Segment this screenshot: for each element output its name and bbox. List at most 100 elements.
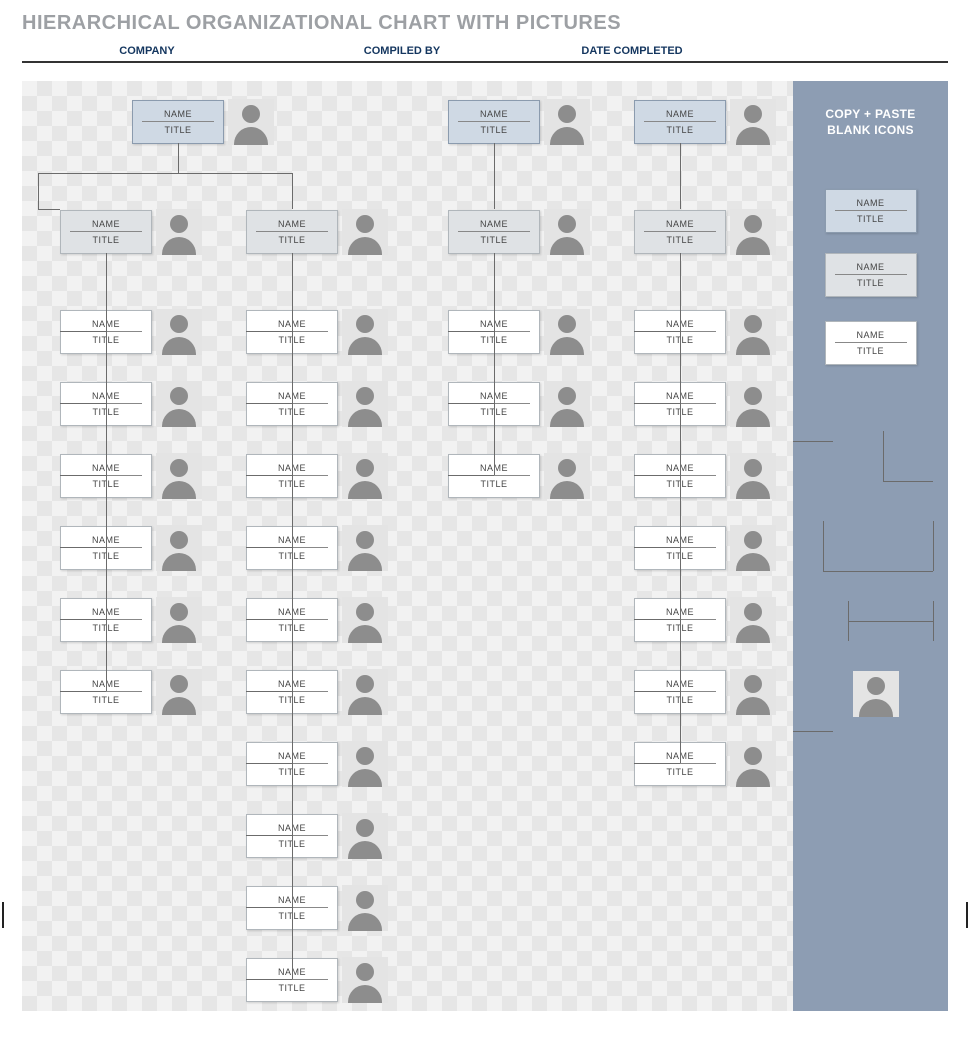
header-date-completed[interactable]: DATE COMPLETED [532, 45, 732, 57]
org-node[interactable]: NAMETITLE [448, 381, 590, 427]
card-title[interactable]: TITLE [278, 232, 305, 245]
card-title[interactable]: TITLE [92, 232, 119, 245]
org-node[interactable]: NAMETITLE [448, 309, 590, 355]
org-node[interactable]: NAMETITLE [634, 741, 776, 787]
connector-line [246, 979, 292, 980]
org-node[interactable]: NAMETITLE [246, 209, 388, 255]
template-line-v[interactable] [933, 601, 934, 641]
card-name[interactable]: NAME [644, 109, 716, 122]
template-line-v[interactable] [823, 521, 824, 571]
connector-line [680, 253, 681, 763]
connector-line [634, 691, 680, 692]
template-line-h[interactable] [793, 441, 833, 442]
template-line-h[interactable] [848, 621, 933, 622]
org-node[interactable]: NAMETITLE [60, 381, 202, 427]
person-icon [730, 741, 776, 787]
org-card[interactable]: NAMETITLE [634, 210, 726, 254]
template-avatar-icon[interactable] [853, 671, 899, 717]
header-row: COMPANY COMPILED BY DATE COMPLETED [22, 45, 948, 63]
org-node[interactable]: NAMETITLE [60, 525, 202, 571]
org-card[interactable]: NAMETITLE [634, 100, 726, 144]
card-name[interactable]: NAME [644, 219, 716, 232]
org-node[interactable]: NAMETITLE [60, 309, 202, 355]
org-node[interactable]: NAMETITLE [246, 957, 388, 1003]
org-node[interactable]: NAMETITLE [634, 669, 776, 715]
person-icon [342, 597, 388, 643]
org-node[interactable]: NAMETITLE [132, 99, 274, 145]
card-title[interactable]: TITLE [857, 211, 884, 224]
chart-canvas[interactable]: NAMETITLENAMETITLENAMETITLENAMETITLENAME… [22, 81, 793, 1011]
template-line-v[interactable] [933, 521, 934, 571]
org-node[interactable]: NAMETITLE [60, 669, 202, 715]
template-card-blue[interactable]: NAME TITLE [825, 189, 917, 233]
card-title[interactable]: TITLE [666, 232, 693, 245]
connector-line [292, 253, 293, 979]
org-node[interactable]: NAMETITLE [634, 453, 776, 499]
card-name[interactable]: NAME [835, 330, 907, 343]
org-card[interactable]: NAMETITLE [448, 210, 540, 254]
template-line-v[interactable] [883, 431, 884, 481]
card-name[interactable]: NAME [458, 219, 530, 232]
org-node[interactable]: NAMETITLE [634, 381, 776, 427]
connector-line [448, 331, 494, 332]
card-name[interactable]: NAME [835, 198, 907, 211]
card-title[interactable]: TITLE [164, 122, 191, 135]
org-node[interactable]: NAMETITLE [246, 741, 388, 787]
org-node[interactable]: NAMETITLE [448, 209, 590, 255]
person-icon [342, 525, 388, 571]
person-icon [342, 381, 388, 427]
org-card[interactable]: NAMETITLE [132, 100, 224, 144]
connector-line [38, 209, 60, 210]
org-node[interactable]: NAMETITLE [634, 99, 776, 145]
org-node[interactable]: NAMETITLE [448, 453, 590, 499]
template-card-grey[interactable]: NAME TITLE [825, 253, 917, 297]
org-node[interactable]: NAMETITLE [246, 885, 388, 931]
card-title[interactable]: TITLE [666, 764, 693, 777]
org-node[interactable]: NAMETITLE [60, 453, 202, 499]
org-node[interactable]: NAMETITLE [246, 597, 388, 643]
header-company[interactable]: COMPANY [22, 45, 272, 57]
card-name[interactable]: NAME [835, 262, 907, 275]
org-node[interactable]: NAMETITLE [246, 453, 388, 499]
card-title[interactable]: TITLE [278, 980, 305, 993]
org-card[interactable]: NAMETITLE [448, 100, 540, 144]
card-name[interactable]: NAME [70, 219, 142, 232]
card-title[interactable]: TITLE [480, 476, 507, 489]
org-node[interactable]: NAMETITLE [246, 525, 388, 571]
card-title[interactable]: TITLE [480, 122, 507, 135]
connector-line [60, 619, 106, 620]
org-node[interactable]: NAMETITLE [246, 381, 388, 427]
card-title[interactable]: TITLE [857, 343, 884, 356]
person-icon [730, 381, 776, 427]
card-name[interactable]: NAME [142, 109, 214, 122]
card-name[interactable]: NAME [256, 219, 328, 232]
card-title[interactable]: TITLE [92, 692, 119, 705]
org-node[interactable]: NAMETITLE [634, 209, 776, 255]
org-node[interactable]: NAMETITLE [448, 99, 590, 145]
org-node[interactable]: NAMETITLE [246, 669, 388, 715]
template-line-h[interactable] [883, 481, 933, 482]
card-title[interactable]: TITLE [480, 232, 507, 245]
org-node[interactable]: NAMETITLE [60, 597, 202, 643]
person-icon [156, 309, 202, 355]
card-name[interactable]: NAME [458, 109, 530, 122]
org-node[interactable]: NAMETITLE [634, 309, 776, 355]
template-line-h[interactable] [823, 571, 933, 572]
page-tick [2, 902, 4, 928]
header-compiled-by[interactable]: COMPILED BY [272, 45, 532, 57]
org-node[interactable]: NAMETITLE [634, 525, 776, 571]
template-card-white[interactable]: NAME TITLE [825, 321, 917, 365]
org-node[interactable]: NAMETITLE [246, 813, 388, 859]
org-node[interactable]: NAMETITLE [60, 209, 202, 255]
org-node[interactable]: NAMETITLE [634, 597, 776, 643]
connector-line [246, 475, 292, 476]
org-card[interactable]: NAMETITLE [246, 210, 338, 254]
org-card[interactable]: NAMETITLE [60, 210, 152, 254]
org-node[interactable]: NAMETITLE [246, 309, 388, 355]
person-icon [342, 813, 388, 859]
template-line-h[interactable] [793, 731, 833, 732]
card-title[interactable]: TITLE [666, 122, 693, 135]
person-icon [730, 209, 776, 255]
card-title[interactable]: TITLE [857, 275, 884, 288]
connector-line [246, 763, 292, 764]
